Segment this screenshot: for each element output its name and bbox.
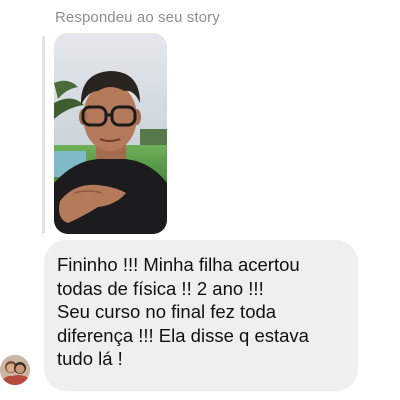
reply-context-label: Respondeu ao seu story	[55, 9, 220, 26]
sender-avatar-image	[0, 355, 30, 385]
dm-conversation: Respondeu ao seu story Fininho !!! Minha…	[0, 0, 400, 400]
avatar-icon[interactable]	[0, 355, 30, 385]
reply-indicator-bar	[42, 36, 45, 234]
message-text: Fininho !!! Minha filha acertou todas de…	[57, 254, 309, 369]
story-image	[54, 33, 167, 234]
message-bubble[interactable]: Fininho !!! Minha filha acertou todas de…	[44, 240, 358, 391]
story-thumbnail[interactable]	[54, 33, 167, 234]
